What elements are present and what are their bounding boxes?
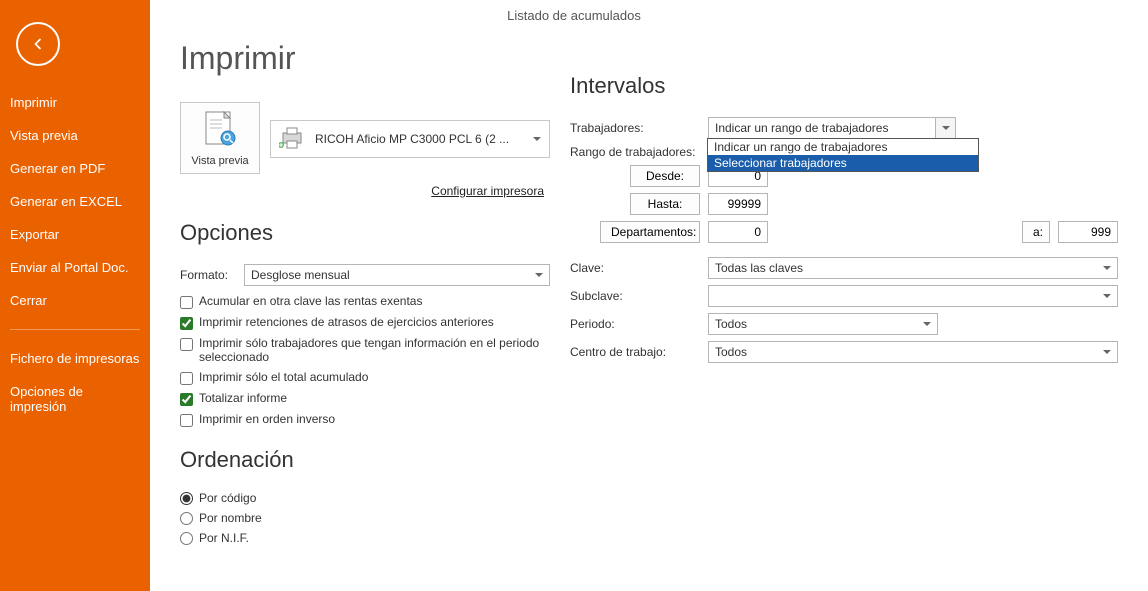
a-button[interactable]: a: <box>1022 221 1050 243</box>
check-retenciones-label: Imprimir retenciones de atrasos de ejerc… <box>199 315 494 329</box>
check-acumular-label: Acumular en otra clave las rentas exenta… <box>199 294 422 308</box>
radio-por-codigo[interactable] <box>180 492 193 505</box>
trabajadores-option-seleccionar[interactable]: Seleccionar trabajadores <box>708 155 978 171</box>
chevron-down-icon <box>942 126 950 130</box>
subclave-dropdown[interactable] <box>708 285 1118 307</box>
chevron-down-icon <box>1103 350 1111 354</box>
chevron-down-icon <box>923 322 931 326</box>
check-solo-trabajadores[interactable] <box>180 338 193 351</box>
configure-printer-link[interactable]: Configurar impresora <box>431 184 544 198</box>
dept-from-input[interactable] <box>708 221 768 243</box>
centro-dropdown[interactable]: Todos <box>708 341 1118 363</box>
clave-value: Todas las claves <box>715 261 803 275</box>
sidebar-item-excel[interactable]: Generar en EXCEL <box>0 185 150 218</box>
sidebar-item-print[interactable]: Imprimir <box>0 86 150 119</box>
hasta-input[interactable] <box>708 193 768 215</box>
formato-label: Formato: <box>180 268 236 282</box>
sidebar-divider <box>10 329 140 330</box>
check-totalizar-label: Totalizar informe <box>199 391 287 405</box>
document-preview-icon <box>202 109 238 151</box>
radio-por-nif-label: Por N.I.F. <box>199 531 249 545</box>
check-acumular[interactable] <box>180 296 193 309</box>
hasta-button[interactable]: Hasta: <box>630 193 700 215</box>
check-orden-inverso-label: Imprimir en orden inverso <box>199 412 335 426</box>
centro-value: Todos <box>715 345 747 359</box>
printer-icon <box>279 127 305 152</box>
trabajadores-option-rango[interactable]: Indicar un rango de trabajadores <box>708 139 978 155</box>
clave-label: Clave: <box>570 261 700 275</box>
check-solo-total-label: Imprimir sólo el total acumulado <box>199 370 368 384</box>
check-solo-total[interactable] <box>180 372 193 385</box>
ordenacion-heading: Ordenación <box>180 447 550 473</box>
sidebar-item-export[interactable]: Exportar <box>0 218 150 251</box>
opciones-heading: Opciones <box>180 220 550 246</box>
clave-dropdown[interactable]: Todas las claves <box>708 257 1118 279</box>
periodo-value: Todos <box>715 317 747 331</box>
sidebar: Imprimir Vista previa Generar en PDF Gen… <box>0 0 150 591</box>
radio-por-nif[interactable] <box>180 532 193 545</box>
rango-label: Rango de trabajadores: <box>570 145 700 159</box>
sidebar-item-portal[interactable]: Enviar al Portal Doc. <box>0 251 150 284</box>
sidebar-item-close[interactable]: Cerrar <box>0 284 150 317</box>
formato-value: Desglose mensual <box>251 268 350 282</box>
dept-to-input[interactable] <box>1058 221 1118 243</box>
preview-button[interactable]: Vista previa <box>180 102 260 174</box>
page-heading: Imprimir <box>180 40 550 77</box>
departamentos-button[interactable]: Departamentos: <box>600 221 700 243</box>
periodo-dropdown[interactable]: Todos <box>708 313 938 335</box>
sidebar-item-preview[interactable]: Vista previa <box>0 119 150 152</box>
sidebar-item-pdf[interactable]: Generar en PDF <box>0 152 150 185</box>
radio-por-codigo-label: Por código <box>199 491 256 505</box>
radio-por-nombre-label: Por nombre <box>199 511 262 525</box>
trabajadores-dropdown-list: Indicar un rango de trabajadores Selecci… <box>707 138 979 172</box>
centro-label: Centro de trabajo: <box>570 345 700 359</box>
chevron-down-icon <box>535 273 543 277</box>
check-totalizar[interactable] <box>180 393 193 406</box>
formato-dropdown[interactable]: Desglose mensual <box>244 264 550 286</box>
trabajadores-value: Indicar un rango de trabajadores <box>715 121 888 135</box>
sidebar-item-print-options[interactable]: Opciones de impresión <box>0 375 150 423</box>
check-orden-inverso[interactable] <box>180 414 193 427</box>
check-solo-trabajadores-label: Imprimir sólo trabajadores que tengan in… <box>199 336 550 364</box>
radio-por-nombre[interactable] <box>180 512 193 525</box>
chevron-down-icon <box>533 137 541 141</box>
chevron-down-icon <box>1103 294 1111 298</box>
back-button[interactable] <box>16 22 60 66</box>
chevron-down-icon <box>1103 266 1111 270</box>
desde-button[interactable]: Desde: <box>630 165 700 187</box>
intervalos-heading: Intervalos <box>570 73 1118 99</box>
trabajadores-label: Trabajadores: <box>570 121 700 135</box>
trabajadores-dropdown[interactable]: Indicar un rango de trabajadores <box>708 117 936 139</box>
check-retenciones[interactable] <box>180 317 193 330</box>
periodo-label: Periodo: <box>570 317 700 331</box>
printer-name: RICOH Aficio MP C3000 PCL 6 (2 ... <box>315 132 523 146</box>
trabajadores-dropdown-arrow[interactable] <box>936 117 956 139</box>
printer-dropdown[interactable]: RICOH Aficio MP C3000 PCL 6 (2 ... <box>270 120 550 158</box>
preview-label: Vista previa <box>191 155 248 167</box>
subclave-label: Subclave: <box>570 289 700 303</box>
sidebar-item-printer-file[interactable]: Fichero de impresoras <box>0 342 150 375</box>
